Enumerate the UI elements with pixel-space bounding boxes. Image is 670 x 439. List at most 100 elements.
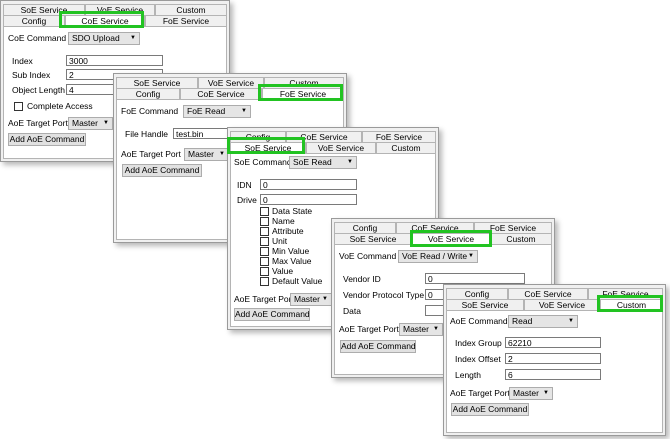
file-handle-field[interactable]: test.bin <box>173 128 231 139</box>
tab-coe-service[interactable]: CoE Service <box>286 131 362 142</box>
tab-row-1: Config CoE Service FoE Service <box>446 288 663 299</box>
add-aoe-command-button[interactable]: Add AoE Command <box>122 164 202 177</box>
index-offset-label: Index Offset <box>455 354 501 364</box>
element-checkbox[interactable] <box>260 237 269 246</box>
add-aoe-command-button[interactable]: Add AoE Command <box>8 133 86 146</box>
drive-label: Drive <box>237 195 257 205</box>
tab-row-2: SoE Service VoE Service Custom <box>446 299 663 310</box>
index-field[interactable]: 3000 <box>66 55 163 66</box>
tab-config[interactable]: Config <box>446 288 508 299</box>
chevron-down-icon: ▼ <box>322 296 328 302</box>
element-checkbox[interactable] <box>260 207 269 216</box>
element-checkbox[interactable] <box>260 267 269 276</box>
aoe-command-label: AoE Command <box>450 316 508 326</box>
voe-command-value: VoE Read / Write <box>402 251 468 261</box>
tab-soe-service[interactable]: SoE Service <box>116 77 198 88</box>
target-port-select[interactable]: Master ▼ <box>509 387 553 400</box>
tab-config[interactable]: Config <box>3 15 65 26</box>
add-aoe-command-button[interactable]: Add AoE Command <box>234 308 310 321</box>
vendor-protocol-label: Vendor Protocol Type <box>343 290 425 300</box>
element-checkbox[interactable] <box>260 257 269 266</box>
idn-field[interactable]: 0 <box>260 179 357 190</box>
tab-foe-service[interactable]: FoE Service <box>588 288 663 299</box>
data-label: Data <box>343 306 361 316</box>
chevron-down-icon: ▼ <box>468 253 474 259</box>
complete-access-checkbox[interactable] <box>14 102 23 111</box>
length-label: Length <box>455 370 481 380</box>
tab-soe-service[interactable]: SoE Service <box>230 142 306 153</box>
index-group-field[interactable]: 62210 <box>505 337 601 348</box>
target-port-value: Master <box>294 294 320 304</box>
tab-coe-service[interactable]: CoE Service <box>396 222 474 233</box>
tab-coe-service[interactable]: CoE Service <box>180 88 262 99</box>
coe-command-label: CoE Command <box>8 33 67 43</box>
aoe-target-port-label: AoE Target Port <box>234 294 294 304</box>
custom-content: AoE Command Read ▼ Index Group 62210 Inde… <box>446 310 663 433</box>
tab-voe-service[interactable]: VoE Service <box>85 4 155 15</box>
chevron-down-icon: ▼ <box>433 326 439 332</box>
drive-field[interactable]: 0 <box>260 194 357 205</box>
tab-row-1: Config CoE Service FoE Service <box>230 131 436 142</box>
target-port-select[interactable]: Master ▼ <box>68 117 113 130</box>
soe-command-select[interactable]: SoE Read ▼ <box>289 156 357 169</box>
foe-command-select[interactable]: FoE Read ▼ <box>183 105 251 118</box>
voe-command-label: VoE Command <box>339 251 397 261</box>
foe-command-value: FoE Read <box>187 106 226 116</box>
aoe-target-port-label: AoE Target Port <box>450 388 510 398</box>
length-field[interactable]: 6 <box>505 369 601 380</box>
tab-soe-service[interactable]: SoE Service <box>446 299 524 310</box>
index-offset-field[interactable]: 2 <box>505 353 601 364</box>
target-port-value: Master <box>188 149 214 159</box>
target-port-value: Master <box>513 388 539 398</box>
aoe-target-port-label: AoE Target Port <box>339 324 399 334</box>
tab-foe-service[interactable]: FoE Service <box>145 15 227 26</box>
element-checkbox[interactable] <box>260 247 269 256</box>
tab-custom[interactable]: Custom <box>155 4 227 15</box>
aoe-command-select[interactable]: Read ▼ <box>508 315 578 328</box>
target-port-select[interactable]: Master ▼ <box>290 293 332 306</box>
voe-command-select[interactable]: VoE Read / Write ▼ <box>398 250 478 263</box>
tab-custom[interactable]: Custom <box>600 299 663 310</box>
add-aoe-command-button[interactable]: Add AoE Command <box>340 340 416 353</box>
element-checkbox[interactable] <box>260 277 269 286</box>
tab-voe-service[interactable]: VoE Service <box>306 142 376 153</box>
tab-voe-service[interactable]: VoE Service <box>524 299 600 310</box>
tab-row-2: Config CoE Service FoE Service <box>3 15 227 26</box>
file-handle-label: File Handle <box>125 129 168 139</box>
aoe-command-value: Read <box>512 316 533 326</box>
tab-custom[interactable]: Custom <box>376 142 436 153</box>
tab-config[interactable]: Config <box>116 88 180 99</box>
tab-voe-service[interactable]: VoE Service <box>412 233 490 244</box>
target-port-select[interactable]: Master ▼ <box>184 148 229 161</box>
chevron-down-icon: ▼ <box>347 159 353 165</box>
tab-config[interactable]: Config <box>334 222 396 233</box>
tab-foe-service[interactable]: FoE Service <box>362 131 436 142</box>
vendor-id-field[interactable]: 0 <box>425 273 525 284</box>
tab-coe-service[interactable]: CoE Service <box>508 288 588 299</box>
subindex-label: Sub Index <box>12 70 51 80</box>
element-checkbox[interactable] <box>260 217 269 226</box>
chevron-down-icon: ▼ <box>219 151 225 157</box>
tab-voe-service[interactable]: VoE Service <box>198 77 264 88</box>
coe-command-value: SDO Upload <box>72 33 120 43</box>
tab-soe-service[interactable]: SoE Service <box>334 233 412 244</box>
aoe-target-port-label: AoE Target Port <box>8 118 68 128</box>
tab-foe-service[interactable]: FoE Service <box>262 88 344 99</box>
chevron-down-icon: ▼ <box>103 120 109 126</box>
tab-config[interactable]: Config <box>230 131 286 142</box>
chevron-down-icon: ▼ <box>543 390 549 396</box>
tab-row-1: Config CoE Service FoE Service <box>334 222 552 233</box>
chevron-down-icon: ▼ <box>241 108 247 114</box>
tab-custom[interactable]: Custom <box>490 233 552 244</box>
tab-custom[interactable]: Custom <box>264 77 344 88</box>
target-port-value: Master <box>72 118 98 128</box>
tab-coe-service[interactable]: CoE Service <box>65 15 145 26</box>
add-aoe-command-button[interactable]: Add AoE Command <box>451 403 529 416</box>
target-port-select[interactable]: Master ▼ <box>399 323 443 336</box>
foe-command-label: FoE Command <box>121 106 179 116</box>
element-checkbox[interactable] <box>260 227 269 236</box>
chevron-down-icon: ▼ <box>568 318 574 324</box>
tab-soe-service[interactable]: SoE Service <box>3 4 85 15</box>
tab-foe-service[interactable]: FoE Service <box>474 222 552 233</box>
coe-command-select[interactable]: SDO Upload ▼ <box>68 32 140 45</box>
